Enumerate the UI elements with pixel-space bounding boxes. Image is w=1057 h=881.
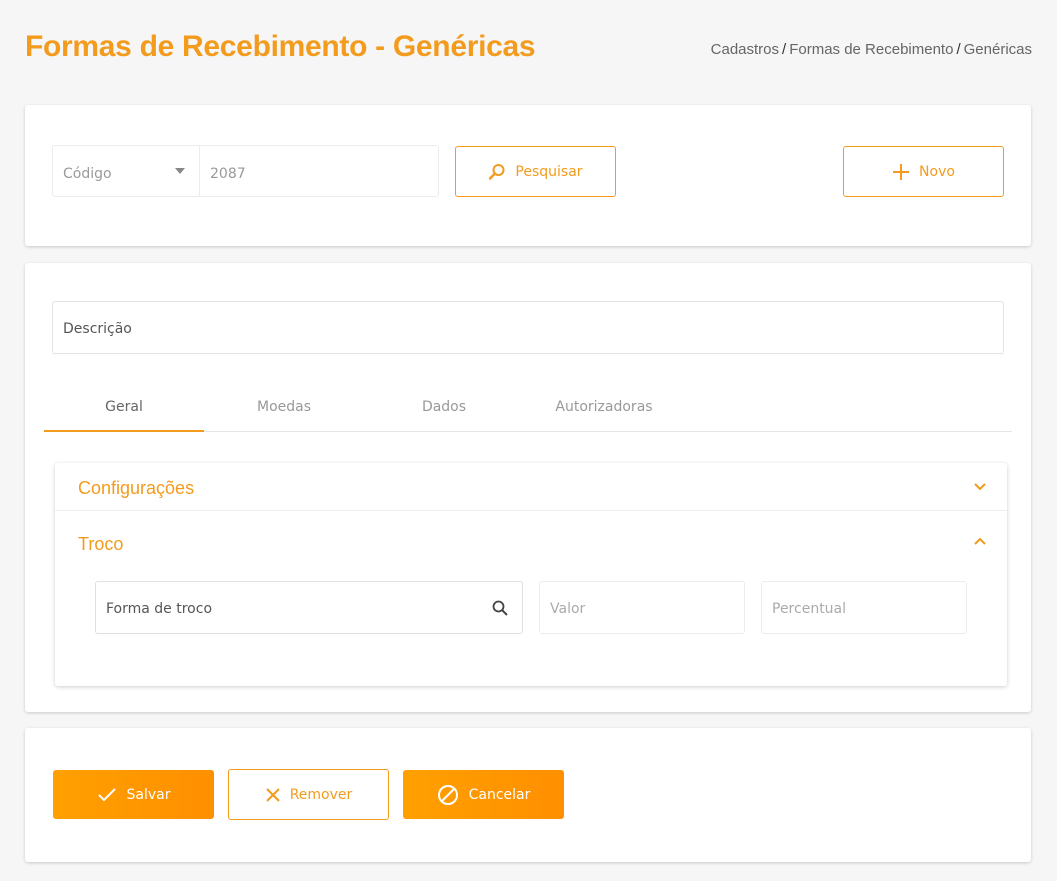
description-field[interactable]: Descrição <box>52 301 1004 354</box>
tab-moedas[interactable]: Moedas <box>204 387 364 432</box>
breadcrumb-item-cadastros[interactable]: Cadastros <box>711 41 779 58</box>
search-button-label: Pesquisar <box>515 163 583 180</box>
change-method-field[interactable]: Forma de troco <box>95 581 523 634</box>
tab-geral[interactable]: Geral <box>44 387 204 432</box>
accordion-panel: Configurações Troco Forma de troco Valor… <box>55 463 1007 686</box>
description-placeholder: Descrição <box>63 321 132 337</box>
remove-button-label: Remover <box>289 786 353 803</box>
section-header-troco[interactable]: Troco <box>55 519 1007 567</box>
search-filter-label: Código <box>63 166 112 182</box>
percentage-field[interactable]: Percentual <box>761 581 967 634</box>
breadcrumb: Cadastros / Formas de Recebimento / Genérica… <box>711 41 1032 58</box>
search-filter-select[interactable]: Código <box>52 145 199 197</box>
cancel-button-label: Cancelar <box>468 786 531 803</box>
save-button-label: Salvar <box>126 786 171 803</box>
tab-bar: Geral Moedas Dados Autorizadoras <box>44 387 1012 432</box>
chevron-down-icon <box>974 483 986 491</box>
new-button[interactable]: Novo <box>843 146 1004 197</box>
page-title: Formas de Recebimento - Genéricas <box>25 30 536 63</box>
value-field[interactable]: Valor <box>539 581 745 634</box>
block-icon <box>437 784 458 805</box>
section-header-configuracoes[interactable]: Configurações <box>55 463 1007 511</box>
search-icon[interactable] <box>492 600 508 616</box>
remove-button[interactable]: Remover <box>228 769 389 820</box>
actions-card: Salvar Remover Cancelar <box>25 728 1031 862</box>
search-input-value: 2087 <box>210 166 246 182</box>
new-button-label: Novo <box>919 163 955 180</box>
section-title-configuracoes: Configurações <box>78 478 195 498</box>
form-card: Descrição Geral Moedas Dados Autorizador… <box>25 263 1031 712</box>
chevron-up-icon <box>974 537 986 545</box>
search-card: Código 2087 Pesquisar Novo <box>25 105 1031 246</box>
percentage-placeholder: Percentual <box>772 601 847 617</box>
tab-dados[interactable]: Dados <box>364 387 524 432</box>
breadcrumb-separator: / <box>956 41 961 58</box>
plus-icon <box>893 163 910 180</box>
check-icon <box>97 787 116 801</box>
value-placeholder: Valor <box>550 601 586 617</box>
cancel-button[interactable]: Cancelar <box>403 770 564 819</box>
breadcrumb-item-formas-de-recebimento[interactable]: Formas de Recebimento <box>789 41 953 58</box>
close-icon <box>265 787 280 802</box>
section-title-troco: Troco <box>78 534 124 554</box>
breadcrumb-separator: / <box>782 41 787 58</box>
caret-down-icon <box>175 168 185 174</box>
tab-autorizadoras[interactable]: Autorizadoras <box>524 387 684 432</box>
change-method-label: Forma de troco <box>106 601 213 617</box>
save-button[interactable]: Salvar <box>53 770 214 819</box>
search-button[interactable]: Pesquisar <box>455 146 616 197</box>
breadcrumb-item-genericas: Genéricas <box>963 41 1032 58</box>
search-icon <box>489 163 505 180</box>
search-input[interactable]: 2087 <box>199 145 439 197</box>
